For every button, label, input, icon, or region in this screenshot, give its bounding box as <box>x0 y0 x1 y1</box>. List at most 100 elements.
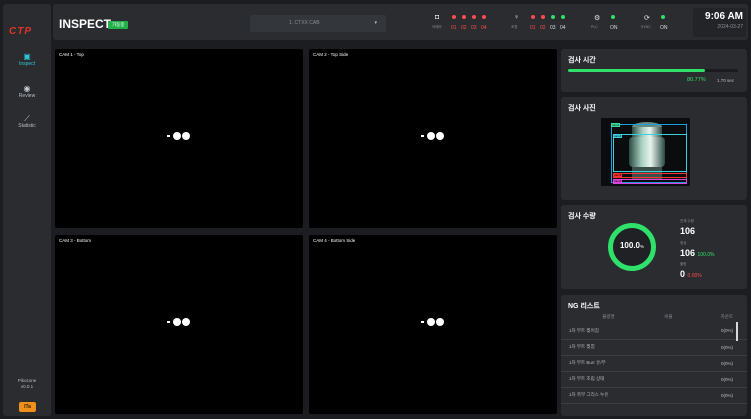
ng-count: 0(0%) <box>681 387 747 404</box>
camera-view-label: CAM 2 - Top Side <box>313 52 349 57</box>
table-row[interactable]: 1차 측부 그리스 누유 0(0%) <box>561 387 747 404</box>
status-number: 04 <box>481 25 487 31</box>
camera-placeholder-icon <box>167 318 191 326</box>
sidebar-item-statistic[interactable]: ⟋ Statistic <box>3 114 51 129</box>
chart-icon: ⟋ <box>24 114 30 123</box>
light-status-numbers: 01 02 03 04 <box>530 25 570 31</box>
status-dot <box>482 15 486 19</box>
column-header: 불량명 <box>602 314 615 319</box>
camera-view-3[interactable]: CAM 3 - Bottom <box>55 235 303 414</box>
pass-rate-ring: 100.0% <box>608 223 656 271</box>
ng-name: 1차 부트 찢힘 <box>561 339 656 356</box>
sidebar-item-inspect[interactable]: ▣ Inspect <box>3 52 51 67</box>
ng-ratio <box>656 323 681 340</box>
version-text: v0.0.1 <box>20 384 34 389</box>
ng-name: 1차 부트 조립 상태 <box>561 371 656 388</box>
table-row[interactable]: 1차 부트 찢힘 0(0%) <box>561 339 747 356</box>
ng-value: 0 0.00% <box>680 269 702 279</box>
ng-count: 0(0%) <box>681 339 747 356</box>
status-dot <box>561 15 565 19</box>
status-dot <box>551 15 555 19</box>
status-number: 01 <box>451 25 457 31</box>
ng-list-panel: NG 리스트 불량명 비율 카운트 1차 부트 찢어짐 0(0%) 1차 부트 … <box>561 295 747 416</box>
status-number: 03 <box>471 25 477 31</box>
camera-status-label: 카메라 <box>432 25 442 29</box>
sync-status-dot <box>661 15 671 20</box>
camera-placeholder-icon <box>421 318 445 326</box>
inspect-time-percent: 80.77% <box>687 77 706 83</box>
detection-box <box>613 173 687 178</box>
camera-status-numbers: 01 02 03 04 <box>451 25 491 31</box>
plc-status-dot <box>611 15 621 20</box>
total-label: 전체 수량 <box>680 219 694 223</box>
camera-view-2[interactable]: CAM 2 - Top Side <box>309 49 557 228</box>
box-label: cam1 <box>611 123 621 127</box>
page-title: INSPECT <box>59 17 112 31</box>
eye-icon: ◉ <box>23 84 31 93</box>
clock-time: 9:06 AM <box>705 11 743 22</box>
sidebar-item-review[interactable]: ◉ Review <box>3 84 51 99</box>
inspect-time-panel: 검사 시간 80.77% 1.70 sec <box>561 49 747 92</box>
camera-icon: ◘ <box>435 14 440 21</box>
ok-value: 106 100.0% <box>680 248 715 258</box>
detection-box <box>613 179 687 184</box>
pass-rate-value: 100.0% <box>619 241 645 250</box>
status-dot <box>452 15 456 19</box>
ng-table: 불량명 비율 카운트 1차 부트 찢어짐 0(0%) 1차 부트 찢힘 0(0%… <box>561 311 747 404</box>
light-status-dots <box>531 15 571 20</box>
ng-ratio <box>656 371 681 388</box>
status-number: 02 <box>540 25 546 31</box>
progress-fill <box>568 69 706 72</box>
image-icon: ▣ <box>23 52 31 61</box>
camera-view-1[interactable]: CAM 1 - Top <box>55 49 303 228</box>
logo: CTP <box>9 26 32 37</box>
inspect-photo-panel: 검사 사진 cam1 cam2 cam3 cam4 <box>561 97 747 200</box>
company-badge[interactable]: ITa <box>19 402 36 412</box>
version-info: Pikozone v0.0.1 <box>3 378 51 390</box>
clock: 9:06 AM 2024-03-27 <box>693 8 746 37</box>
camera-view-label: CAM 3 - Bottom <box>59 238 92 243</box>
plc-status-value: ON <box>610 25 618 31</box>
status-dot <box>531 15 535 19</box>
ng-ratio <box>656 339 681 356</box>
inspect-time-progress <box>568 69 738 72</box>
table-header-row: 불량명 비율 카운트 <box>561 311 747 323</box>
sidebar-item-label: Inspect <box>18 61 36 67</box>
camera-view-4[interactable]: CAM 4 - Bottom Side <box>309 235 557 414</box>
box-label: cam4 <box>613 179 623 183</box>
table-row[interactable]: 1차 부트 Burr 유/무 0(0%) <box>561 355 747 372</box>
ng-ratio <box>656 355 681 372</box>
table-row[interactable]: 1차 부트 찢어짐 0(0%) <box>561 323 747 340</box>
status-number: 04 <box>560 25 566 31</box>
ng-ratio <box>656 387 681 404</box>
scrollbar[interactable] <box>736 322 738 341</box>
camera-placeholder-icon <box>167 132 191 140</box>
panel-title: NG 리스트 <box>568 303 600 310</box>
inspection-image[interactable]: cam1 cam2 cam3 cam4 <box>601 118 690 186</box>
ng-count: 0(0%) <box>681 355 747 372</box>
ng-count: 0(0%) <box>681 371 747 388</box>
table-row[interactable]: 1차 부트 조립 상태 0(0%) <box>561 371 747 388</box>
sync-status-value: ON <box>660 25 668 31</box>
panel-title: 검사 시간 <box>568 57 596 64</box>
status-number: 02 <box>461 25 467 31</box>
ng-name: 1차 측부 그리스 누유 <box>561 387 656 404</box>
ng-label: 불량 <box>680 262 687 266</box>
model-select[interactable]: 1. CTXX CAB ▾ <box>250 15 386 32</box>
light-status-label: 조명 <box>511 25 518 29</box>
column-header: 비율 <box>664 314 673 319</box>
panel-title: 검사 사진 <box>568 105 596 112</box>
model-select-value: 1. CTXX CAB <box>289 20 320 26</box>
box-label: cam3 <box>613 173 623 177</box>
total-value: 106 <box>680 226 696 236</box>
sidebar: CTP ▣ Inspect ◉ Review ⟋ Statistic Pikoz… <box>3 4 51 416</box>
box-label: cam2 <box>613 134 623 138</box>
header: INSPECT 가동중 1. CTXX CAB ▾ ◘ 카메라 01 02 03 04… <box>53 4 748 40</box>
camera-view-label: CAM 4 - Bottom Side <box>313 238 356 243</box>
camera-status-dots <box>452 15 492 20</box>
panel-title: 검사 수량 <box>568 213 596 220</box>
bulb-icon: ♀ <box>514 14 520 21</box>
status-number: 03 <box>550 25 556 31</box>
plc-icon: ⚙ <box>594 15 601 22</box>
sidebar-item-label: Review <box>18 93 36 99</box>
